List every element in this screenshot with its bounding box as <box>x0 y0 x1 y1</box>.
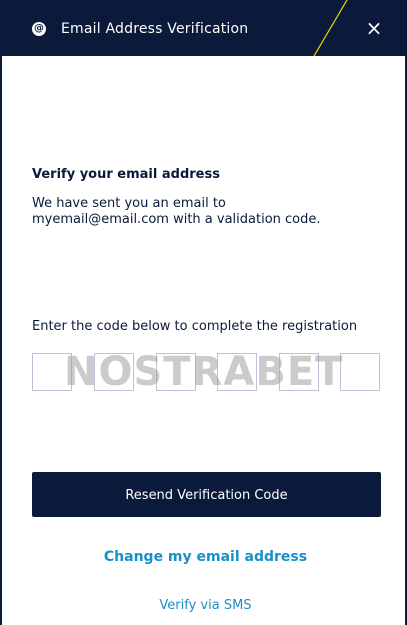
at-sign-icon: @ <box>32 22 46 36</box>
code-digit-6[interactable] <box>340 353 380 391</box>
code-input-row <box>32 353 381 393</box>
code-digit-1[interactable] <box>32 353 72 391</box>
change-email-link[interactable]: Change my email address <box>2 548 407 566</box>
verify-message-line-1: We have sent you an email to <box>32 196 226 211</box>
accent-slash-icon <box>313 0 348 56</box>
verify-message: We have sent you an email to myemail@ema… <box>32 196 382 228</box>
verification-dialog: @ Email Address Verification × Verify yo… <box>0 0 407 625</box>
dialog-title: Email Address Verification <box>61 21 249 37</box>
code-digit-5[interactable] <box>279 353 319 391</box>
close-icon[interactable]: × <box>363 17 385 39</box>
verify-heading: Verify your email address <box>32 167 220 182</box>
code-instruction: Enter the code below to complete the reg… <box>32 319 358 334</box>
code-digit-4[interactable] <box>217 353 257 391</box>
dialog-header: @ Email Address Verification × <box>2 0 407 56</box>
code-digit-3[interactable] <box>156 353 196 391</box>
verify-sms-link[interactable]: Verify via SMS <box>2 597 407 615</box>
resend-code-button[interactable]: Resend Verification Code <box>32 472 381 517</box>
verify-message-line-2: myemail@email.com with a validation code… <box>32 212 321 227</box>
code-digit-2[interactable] <box>94 353 134 391</box>
